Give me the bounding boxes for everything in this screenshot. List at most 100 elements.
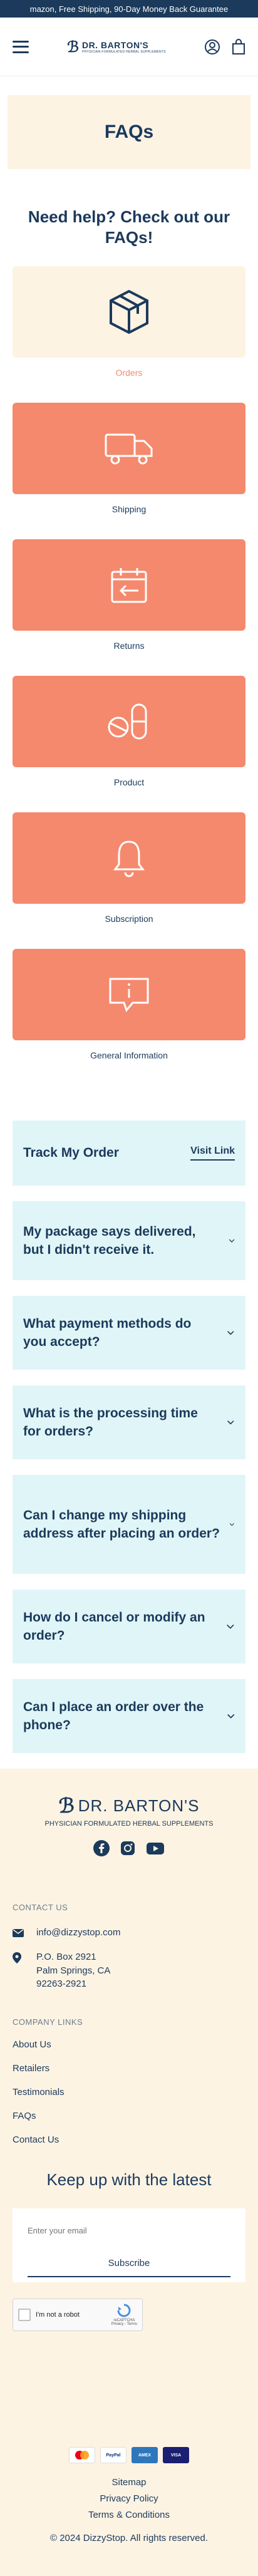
faq-list: Track My Order Visit Link My package say… bbox=[0, 1120, 258, 1753]
footer-tagline: PHYSICIAN FORMULATED HERBAL SUPPLEMENTS bbox=[44, 1820, 214, 1828]
category-label: General Information bbox=[90, 1050, 168, 1060]
track-order-title: Track My Order bbox=[23, 1146, 119, 1161]
youtube-icon[interactable] bbox=[146, 1840, 165, 1856]
logo-name: DR. BARTON'S bbox=[81, 39, 149, 50]
category-orders[interactable]: Orders bbox=[13, 266, 245, 378]
faq-hero: FAQs bbox=[8, 95, 250, 169]
visit-link[interactable]: Visit Link bbox=[190, 1146, 235, 1161]
contact-address: P.O. Box 2921 Palm Springs, CA 92263-292… bbox=[36, 1950, 110, 1991]
bell-icon bbox=[113, 841, 145, 877]
category-label: Product bbox=[113, 777, 145, 787]
category-returns[interactable]: Returns bbox=[13, 539, 245, 651]
footer-link-faqs[interactable]: FAQs bbox=[13, 2111, 245, 2121]
footer-link-privacy-policy[interactable]: Privacy Policy bbox=[13, 2493, 245, 2504]
recaptcha-terms[interactable]: Privacy - Terms bbox=[111, 2322, 137, 2326]
faq-question: Can I change my shipping address after p… bbox=[23, 1508, 220, 1541]
footer-logo[interactable]: ℬ DR. BARTON'S PHYSICIAN FORMULATED HERB… bbox=[13, 1794, 245, 1828]
cart-icon[interactable] bbox=[232, 38, 245, 55]
amex-icon: AMEX bbox=[132, 2447, 158, 2463]
faq-question: What payment methods do you accept? bbox=[23, 1316, 192, 1349]
track-order-card: Track My Order Visit Link bbox=[13, 1120, 245, 1186]
capsule-icon bbox=[108, 703, 147, 740]
logo-tagline: PHYSICIAN FORMULATED HERBAL SUPPLEMENTS bbox=[81, 49, 166, 54]
brand-logo[interactable]: ℬ DR. BARTON'S PHYSICIAN FORMULATED HERB… bbox=[67, 38, 166, 56]
chevron-down-icon bbox=[229, 1239, 235, 1243]
copyright: © 2024 DizzyStop. All rights reserved. bbox=[50, 2533, 208, 2543]
social-links bbox=[13, 1840, 245, 1856]
menu-icon[interactable] bbox=[13, 40, 29, 53]
chevron-down-icon bbox=[227, 1331, 234, 1335]
address-line: P.O. Box 2921 bbox=[36, 1951, 96, 1962]
mail-icon bbox=[13, 1929, 24, 1937]
facebook-icon[interactable] bbox=[93, 1840, 110, 1856]
faq-question: How do I cancel or modify an order? bbox=[23, 1610, 205, 1643]
faq-item[interactable]: How do I cancel or modify an order? bbox=[13, 1590, 245, 1663]
newsletter-form: Subscribe bbox=[13, 2208, 245, 2282]
newsletter-title: Keep up with the latest bbox=[46, 2170, 212, 2189]
category-product[interactable]: Product bbox=[13, 676, 245, 787]
instagram-icon[interactable] bbox=[120, 1840, 136, 1856]
footer-link-sitemap[interactable]: Sitemap bbox=[13, 2477, 245, 2488]
recaptcha-icon bbox=[117, 2304, 131, 2317]
chevron-down-icon bbox=[227, 1624, 234, 1629]
category-general-information[interactable]: General Information bbox=[13, 949, 245, 1060]
footer-link-contact-us[interactable]: Contact Us bbox=[13, 2134, 245, 2145]
faq-categories: Orders Shipping Returns Product Subscrip… bbox=[0, 266, 258, 1060]
recaptcha-logo: reCAPTCHA Privacy - Terms bbox=[111, 2304, 137, 2326]
info-chat-icon bbox=[109, 978, 149, 1013]
paypal-icon: PayPal bbox=[100, 2447, 126, 2463]
footer-link-retailers[interactable]: Retailers bbox=[13, 2063, 245, 2074]
footer-link-about-us[interactable]: About Us bbox=[13, 2039, 245, 2050]
help-heading: Need help? Check out our FAQs! bbox=[28, 207, 230, 247]
location-pin-icon bbox=[13, 1952, 21, 1963]
newsletter-email-input[interactable] bbox=[28, 2220, 230, 2250]
company-links: About Us Retailers Testimonials FAQs Con… bbox=[13, 2039, 245, 2145]
announcement-bar: mazon, Free Shipping, 90-Day Money Back … bbox=[0, 0, 258, 18]
logo-mark-icon: ℬ bbox=[67, 38, 79, 56]
box-icon bbox=[110, 289, 148, 334]
faq-question: Can I place an order over the phone? bbox=[23, 1699, 204, 1732]
chevron-down-icon bbox=[227, 1420, 234, 1425]
amex-label: AMEX bbox=[138, 2453, 152, 2458]
contact-email[interactable]: info@dizzystop.com bbox=[36, 1926, 120, 1940]
subscribe-button[interactable]: Subscribe bbox=[28, 2250, 230, 2277]
category-subscription[interactable]: Subscription bbox=[13, 812, 245, 924]
faq-item[interactable]: What payment methods do you accept? bbox=[13, 1296, 245, 1370]
chevron-down-icon bbox=[227, 1714, 234, 1719]
category-shipping[interactable]: Shipping bbox=[13, 403, 245, 514]
address-line: Palm Springs, CA bbox=[36, 1965, 111, 1976]
bottom-links: Sitemap Privacy Policy Terms & Condition… bbox=[13, 2477, 245, 2520]
site-footer: ℬ DR. BARTON'S PHYSICIAN FORMULATED HERB… bbox=[0, 1769, 258, 2576]
announcement-text: mazon, Free Shipping, 90-Day Money Back … bbox=[29, 4, 229, 14]
contact-info: info@dizzystop.com P.O. Box 2921 Palm Sp… bbox=[13, 1926, 245, 1991]
faq-question: What is the processing time for orders? bbox=[23, 1405, 198, 1439]
faq-item[interactable]: My package says delivered, but I didn't … bbox=[13, 1201, 245, 1280]
category-label: Returns bbox=[113, 641, 145, 651]
account-icon[interactable] bbox=[204, 39, 220, 55]
mastercard-icon bbox=[69, 2447, 95, 2463]
logo-mark-icon: ℬ bbox=[58, 1794, 75, 1818]
faq-item[interactable]: What is the processing time for orders? bbox=[13, 1385, 245, 1459]
contact-heading: CONTACT US bbox=[13, 1903, 68, 1912]
footer-link-testimonials[interactable]: Testimonials bbox=[13, 2087, 245, 2098]
recaptcha-widget: I'm not a robot reCAPTCHA Privacy - Term… bbox=[13, 2299, 143, 2331]
return-calendar-icon bbox=[111, 568, 147, 603]
visa-icon: VISA bbox=[163, 2447, 189, 2463]
page-title: FAQs bbox=[104, 122, 154, 142]
truck-icon bbox=[105, 433, 153, 465]
footer-link-terms[interactable]: Terms & Conditions bbox=[13, 2510, 245, 2520]
faq-question: My package says delivered, but I didn't … bbox=[23, 1224, 196, 1257]
faq-item[interactable]: Can I change my shipping address after p… bbox=[13, 1475, 245, 1574]
payment-methods: PayPal AMEX VISA bbox=[13, 2447, 245, 2463]
site-header: ℬ DR. BARTON'S PHYSICIAN FORMULATED HERB… bbox=[0, 18, 258, 76]
company-heading: COMPANY LINKS bbox=[13, 2017, 83, 2027]
category-label: Orders bbox=[115, 368, 143, 378]
category-label: Subscription bbox=[105, 914, 153, 924]
paypal-label: PayPal bbox=[106, 2453, 121, 2458]
visa-label: VISA bbox=[170, 2453, 182, 2458]
faq-item[interactable]: Can I place an order over the phone? bbox=[13, 1679, 245, 1753]
footer-brand-name: DR. BARTON'S bbox=[78, 1796, 200, 1815]
recaptcha-checkbox[interactable] bbox=[18, 2309, 31, 2321]
recaptcha-label: I'm not a robot bbox=[36, 2311, 80, 2319]
category-label: Shipping bbox=[111, 504, 147, 514]
